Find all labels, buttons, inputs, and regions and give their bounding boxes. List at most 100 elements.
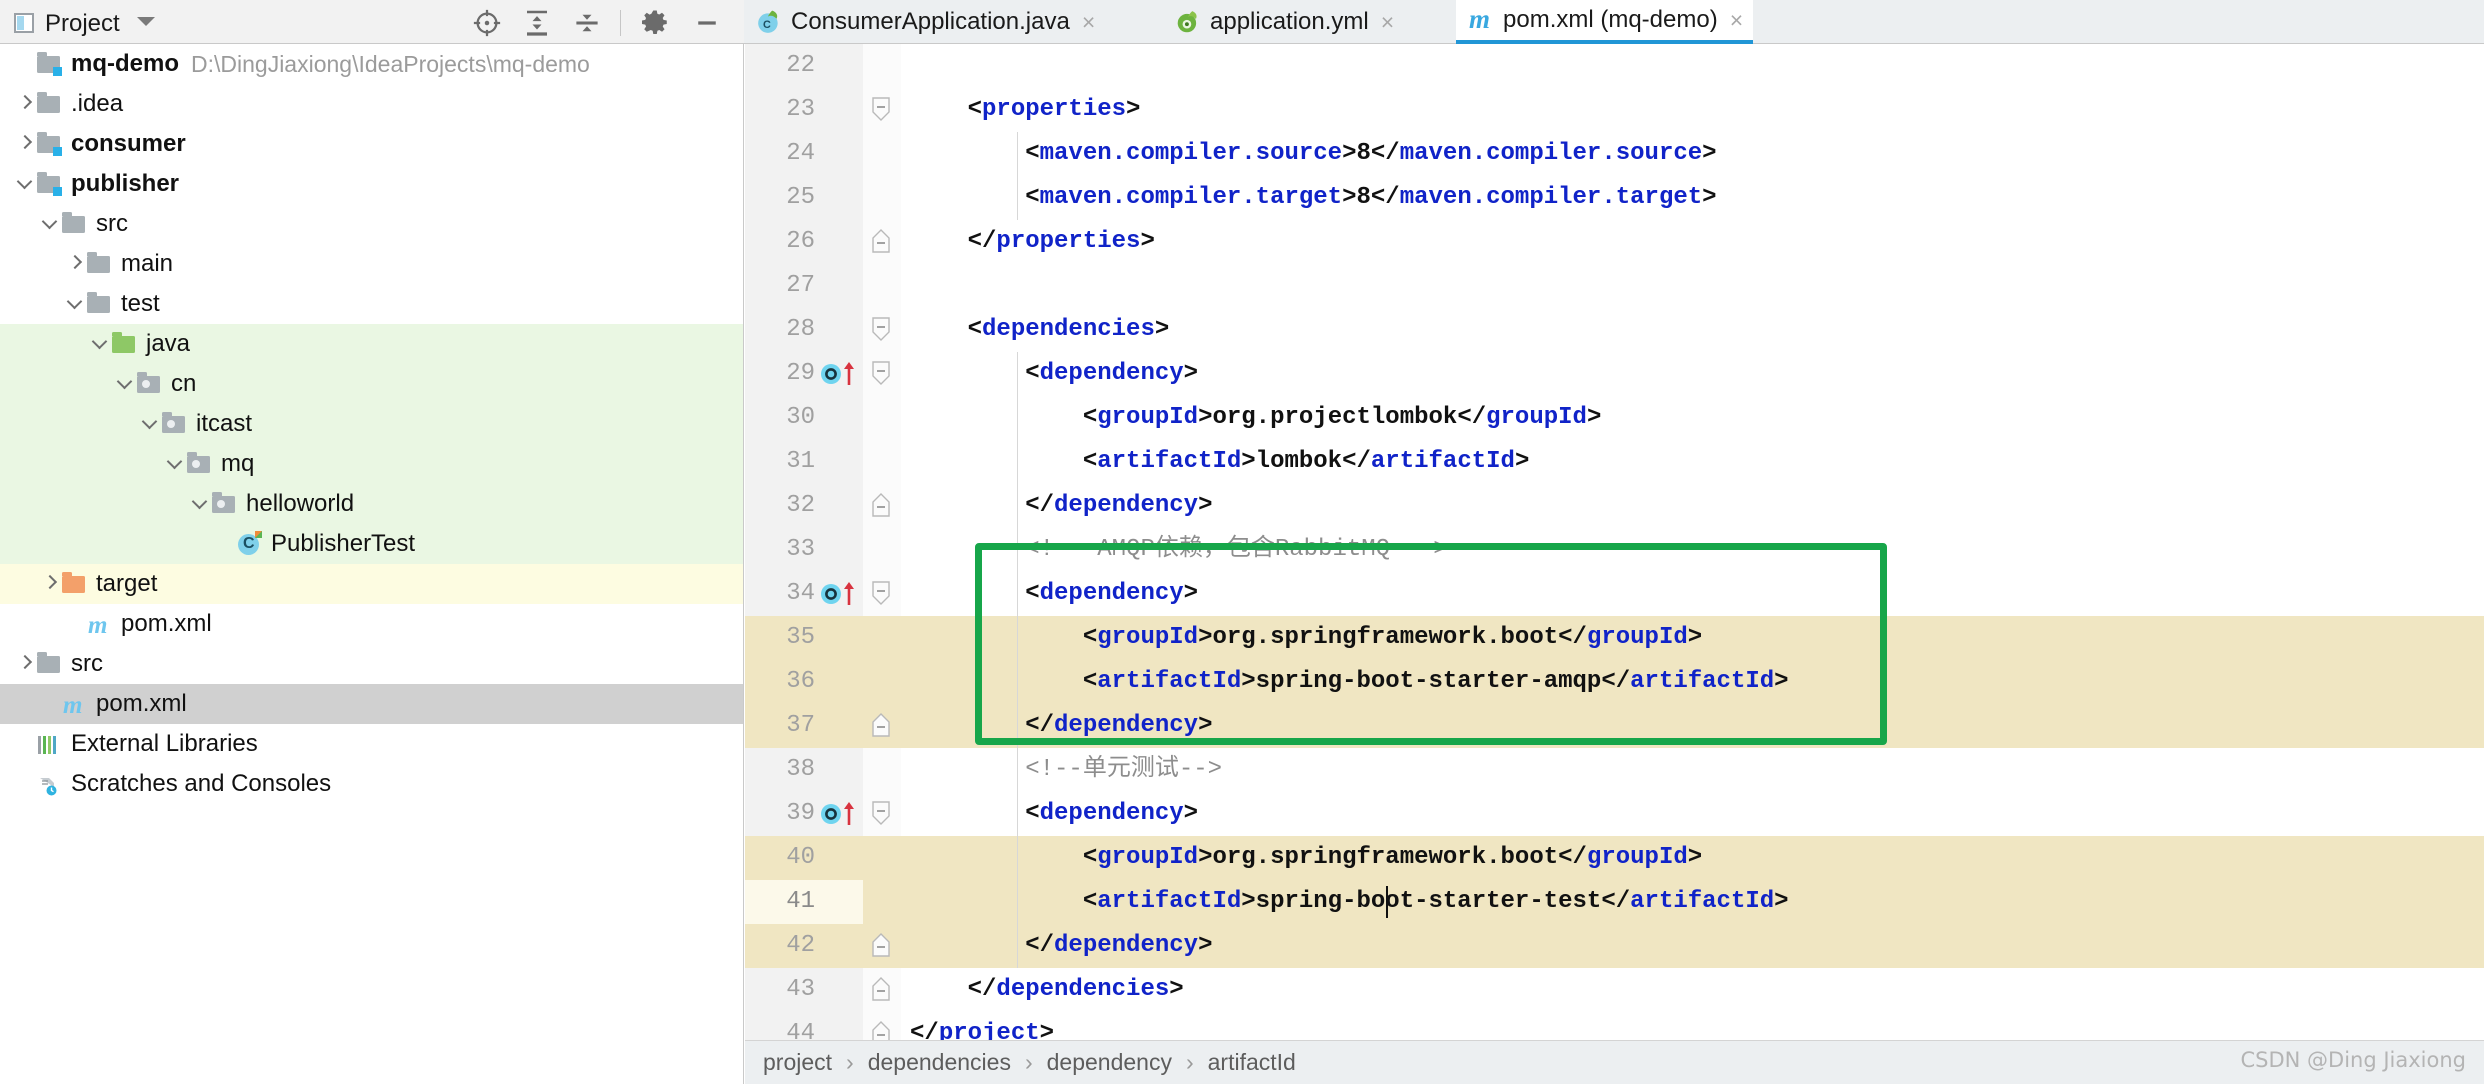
code-line[interactable]: <dependency> xyxy=(910,352,1198,396)
tree-item-external-libraries[interactable]: External Libraries xyxy=(0,724,743,764)
code-line[interactable]: <maven.compiler.source>8</maven.compiler… xyxy=(910,132,1716,176)
close-icon[interactable]: × xyxy=(1082,10,1095,34)
code-line[interactable]: <dependency> xyxy=(910,792,1198,836)
tree-item-test[interactable]: test xyxy=(0,284,743,324)
fold-end-icon[interactable] xyxy=(870,492,892,517)
expand-all-icon[interactable] xyxy=(522,8,552,38)
folder-icon xyxy=(86,251,112,277)
fold-end-icon[interactable] xyxy=(870,1020,892,1040)
code-line[interactable]: <dependencies> xyxy=(910,308,1170,352)
chevron-right-icon[interactable] xyxy=(39,573,61,595)
code-editor[interactable]: 22 23 24 25 26 27 28 29 30 31 32 33 34 35 36 37 38 39 40 41… xyxy=(745,44,2484,1040)
code-line[interactable]: </dependency> xyxy=(910,924,1212,968)
tab-application-yml[interactable]: application.yml × xyxy=(1163,0,1404,44)
locate-target-icon[interactable] xyxy=(472,8,502,38)
code-line[interactable]: <groupId>org.springframework.boot</group… xyxy=(910,836,1702,880)
gear-icon[interactable] xyxy=(640,8,670,38)
chevron-down-icon[interactable] xyxy=(89,333,111,355)
tree-item-src[interactable]: src xyxy=(0,644,743,684)
tree-item-mq[interactable]: mq xyxy=(0,444,743,484)
fold-start-icon[interactable] xyxy=(870,580,892,605)
fold-end-icon[interactable] xyxy=(870,712,892,737)
code-line[interactable]: <properties> xyxy=(910,88,1141,132)
tree-item-idea[interactable]: .idea xyxy=(0,84,743,124)
package-icon xyxy=(186,451,212,477)
minimize-icon[interactable] xyxy=(692,8,722,38)
fold-start-icon[interactable] xyxy=(870,360,892,385)
collapse-all-icon[interactable] xyxy=(572,8,602,38)
breadcrumb-separator: › xyxy=(1024,1049,1033,1075)
breadcrumb-item[interactable]: artifactId xyxy=(1208,1049,1296,1076)
tree-item-pom-xml[interactable]: m pom.xml xyxy=(0,684,743,724)
fold-end-icon[interactable] xyxy=(870,976,892,1001)
code-line[interactable]: <artifactId>spring-boot-starter-amqp</ar… xyxy=(910,660,1789,704)
fold-start-icon[interactable] xyxy=(870,800,892,825)
tree-item-java[interactable]: java xyxy=(0,324,743,364)
breadcrumb-item[interactable]: project xyxy=(763,1049,832,1076)
dependency-analysis-icon[interactable] xyxy=(819,800,865,826)
project-tree[interactable]: mq-demo D:\DingJiaxiong\IdeaProjects\mq-d… xyxy=(0,44,744,1084)
breadcrumb-item[interactable]: dependency xyxy=(1047,1049,1172,1076)
tree-item-main[interactable]: main xyxy=(0,244,743,284)
tree-item-consumer[interactable]: consumer xyxy=(0,124,743,164)
fold-start-icon[interactable] xyxy=(870,96,892,121)
tree-item-src[interactable]: src xyxy=(0,204,743,244)
tab-pom-xml[interactable]: m pom.xml (mq-demo) × xyxy=(1456,0,1754,44)
code-line[interactable]: </properties> xyxy=(910,220,1155,264)
fold-end-icon[interactable] xyxy=(870,932,892,957)
dependency-analysis-icon[interactable] xyxy=(819,580,865,606)
tree-item-pom-xml[interactable]: m pom.xml xyxy=(0,604,743,644)
code-line[interactable]: </project> xyxy=(910,1012,1054,1040)
line-number: 22 xyxy=(786,52,815,79)
code-line[interactable]: <maven.compiler.target>8</maven.compiler… xyxy=(910,176,1716,220)
fold-start-icon[interactable] xyxy=(870,316,892,341)
tree-item-target[interactable]: target xyxy=(0,564,743,604)
tree-item-publisher[interactable]: publisher xyxy=(0,164,743,204)
line-number: 24 xyxy=(786,140,815,167)
chevron-down-icon[interactable] xyxy=(39,213,61,235)
toolbar-divider xyxy=(620,10,621,36)
chevron-right-icon[interactable] xyxy=(14,653,36,675)
close-icon[interactable]: × xyxy=(1381,10,1394,34)
chevron-down-icon[interactable] xyxy=(189,493,211,515)
code-line[interactable]: <!-- AMQP依赖，包含RabbitMQ --> xyxy=(910,528,1447,572)
chevron-down-icon[interactable] xyxy=(137,17,155,26)
chevron-down-icon[interactable] xyxy=(139,413,161,435)
breadcrumb-item[interactable]: dependencies xyxy=(868,1049,1011,1076)
code-line[interactable]: <groupId>org.springframework.boot</group… xyxy=(910,616,1702,660)
tree-item-label: pom.xml xyxy=(96,690,187,717)
tree-item-itcast[interactable]: itcast xyxy=(0,404,743,444)
code-line[interactable]: <groupId>org.projectlombok</groupId> xyxy=(910,396,1602,440)
tree-item-label: consumer xyxy=(71,130,186,157)
code-line[interactable]: </dependencies> xyxy=(910,968,1184,1012)
chevron-right-icon[interactable] xyxy=(64,253,86,275)
tree-item-label: pom.xml xyxy=(121,610,212,637)
tree-item-publishertest[interactable]: PublisherTest xyxy=(0,524,743,564)
line-number: 40 xyxy=(786,844,815,871)
tree-item-helloworld[interactable]: helloworld xyxy=(0,484,743,524)
code-line[interactable]: <artifactId>lombok</artifactId> xyxy=(910,440,1530,484)
tree-item-scratches-and-consoles[interactable]: Scratches and Consoles xyxy=(0,764,743,804)
code-line[interactable]: <artifactId>spring-boot-starter-test</ar… xyxy=(910,880,1789,924)
fold-end-icon[interactable] xyxy=(870,228,892,253)
chevron-down-icon[interactable] xyxy=(164,453,186,475)
chevron-right-icon[interactable] xyxy=(14,133,36,155)
close-icon[interactable]: × xyxy=(1730,8,1743,32)
tab-consumer-application[interactable]: C ConsumerApplication.java × xyxy=(744,0,1105,44)
tree-item-mq-demo[interactable]: mq-demo D:\DingJiaxiong\IdeaProjects\mq-d… xyxy=(0,44,743,84)
chevron-right-icon[interactable] xyxy=(14,93,36,115)
code-line[interactable]: <dependency> xyxy=(910,572,1198,616)
code-line[interactable]: </dependency> xyxy=(910,704,1212,748)
code-line[interactable]: </dependency> xyxy=(910,484,1212,528)
chevron-down-icon[interactable] xyxy=(14,173,36,195)
chevron-down-icon[interactable] xyxy=(114,373,136,395)
dependency-analysis-icon[interactable] xyxy=(819,360,865,386)
line-number: 35 xyxy=(786,624,815,651)
code-line[interactable]: <!--单元测试--> xyxy=(910,748,1222,792)
tree-item-cn[interactable]: cn xyxy=(0,364,743,404)
chevron-down-icon[interactable] xyxy=(64,293,86,315)
